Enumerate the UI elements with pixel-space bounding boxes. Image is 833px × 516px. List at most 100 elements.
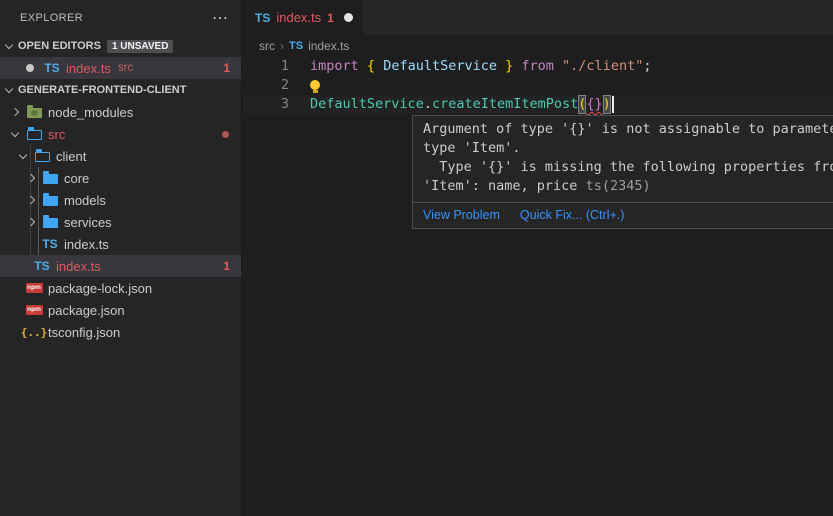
unsaved-badge: 1 UNSAVED [107,40,174,53]
open-editor-item[interactable]: TS index.ts src 1 [0,57,241,79]
chevron-right-icon [27,218,35,226]
code-token: from [521,57,554,76]
code-line-1[interactable]: 1import { DefaultService } from "./clien… [243,57,833,76]
tree-item-label: core [64,171,89,186]
code-token: } [505,57,513,76]
line-content: import { DefaultService } from "./client… [289,57,651,76]
dirty-dot-icon[interactable] [344,13,353,22]
hover-message-line: Argument of type '{}' is not assignable … [423,120,833,139]
breadcrumb-file[interactable]: index.ts [308,39,349,53]
line-number: 3 [243,95,289,114]
tree-item-label: services [64,215,112,230]
hover-message-line: type 'Item'. [423,139,833,158]
chevron-down-icon [5,40,13,48]
code-token: "./client" [562,57,643,76]
tree-item-client[interactable]: client [0,145,241,167]
chevron-right-icon [11,108,19,116]
tree-item-src[interactable]: src [0,123,241,145]
typescript-icon: TS [289,40,303,52]
explorer-title: EXPLORER [20,12,83,24]
line-content [289,76,320,95]
npm-icon: npm [25,283,43,293]
typescript-icon: TS [33,259,51,273]
tree-item-label: client [56,149,86,164]
code-token: { [367,57,375,76]
tree-item-index-ts[interactable]: TS index.ts [0,233,241,255]
chevron-down-icon [5,84,13,92]
folder-open-icon [33,150,51,162]
code-token: . [424,95,432,114]
folder-icon [41,216,59,228]
open-editor-file-name: index.ts [66,61,111,76]
workspace-label: GENERATE-FRONTEND-CLIENT [18,84,186,96]
tree-item-services[interactable]: services [0,211,241,233]
tree-item-core[interactable]: core [0,167,241,189]
tree-item-label: tsconfig.json [48,325,120,340]
error-count-badge: 1 [223,61,230,75]
tree-item-label: index.ts [64,237,109,252]
code-token: ( [578,95,586,114]
tree-item-label: models [64,193,106,208]
open-editors-header[interactable]: OPEN EDITORS 1 UNSAVED [0,35,241,57]
chevron-down-icon [11,128,19,136]
modified-dot-icon [26,64,34,72]
quick-fix-link[interactable]: Quick Fix... (Ctrl+.) [520,208,625,222]
folder-open-icon [25,128,43,140]
chevron-separator-icon: › [280,39,284,53]
line-content: DefaultService.createItemItemPost({}) [289,95,614,114]
hover-actions: View Problem Quick Fix... (Ctrl+.) [413,202,833,228]
code-line-3[interactable]: 3DefaultService.createItemItemPost({}) [243,95,833,114]
tree-item-models[interactable]: models [0,189,241,211]
line-number: 2 [243,76,289,95]
folder-icon [41,172,59,184]
folder-icon [41,194,59,206]
chevron-down-icon [19,150,27,158]
tree-item-tsconfig-json[interactable]: {..}tsconfig.json [0,321,241,343]
open-editors-label: OPEN EDITORS [18,40,101,52]
code-token: import [310,57,359,76]
problem-dot-icon [222,131,229,138]
breadcrumb: src › TS index.ts [243,35,833,57]
code-token: ) [603,95,611,114]
error-squiggle-token: {} [586,95,602,114]
vscode-window: { "icons": { "ts": "TS", "npm": "npm", "… [0,0,833,516]
error-count-badge: 1 [223,259,230,273]
hover-message-line: Type '{}' is missing the following prope… [423,158,833,177]
chevron-right-icon [27,174,35,182]
breadcrumb-folder[interactable]: src [259,39,275,53]
ts-error-code: ts(2345) [586,178,651,194]
code-token: createItemItemPost [432,95,578,114]
tree-item-label: node_modules [48,105,133,120]
code-token [359,57,367,76]
error-hover-tooltip: Argument of type '{}' is not assignable … [412,115,833,229]
typescript-icon: TS [41,237,59,251]
tree-item-package-lock-json[interactable]: npmpackage-lock.json [0,277,241,299]
workspace-header[interactable]: GENERATE-FRONTEND-CLIENT [0,79,241,101]
chevron-right-icon [27,196,35,204]
lightbulb-icon[interactable] [310,80,320,90]
tab-label: index.ts [276,10,321,25]
code-editor[interactable]: 1import { DefaultService } from "./clien… [243,57,833,114]
code-token [554,57,562,76]
more-actions-icon[interactable]: ⋯ [212,8,229,28]
code-token: ; [643,57,651,76]
npm-icon: npm [25,305,43,315]
text-cursor [612,96,614,113]
tree-item-package-json[interactable]: npm package.json [0,299,241,321]
code-line-2[interactable]: 2 [243,76,833,95]
hover-message: Argument of type '{}' is not assignable … [413,116,833,202]
hover-message-line: 'Item': name, price ts(2345) [423,177,833,196]
tab-error-badge: 1 [327,11,334,25]
tree-item-label: package.json [48,303,125,318]
file-tree: node_modulessrc client core models services T… [0,101,241,343]
tree-item-index-ts[interactable]: TS index.ts 1 [0,255,241,277]
tree-item-label: index.ts [56,259,101,274]
tab-index-ts[interactable]: TS index.ts 1 [243,0,363,35]
tree-item-node-modules[interactable]: node_modules [0,101,241,123]
code-token: DefaultService [375,57,505,76]
explorer-sidebar: EXPLORER ⋯ OPEN EDITORS 1 UNSAVED TS ind… [0,0,242,516]
open-editor-file-description: src [118,62,133,74]
editor-group: TS index.ts 1 src › TS index.ts 1import … [243,0,833,516]
typescript-icon: TS [43,61,61,75]
view-problem-link[interactable]: View Problem [423,208,500,222]
